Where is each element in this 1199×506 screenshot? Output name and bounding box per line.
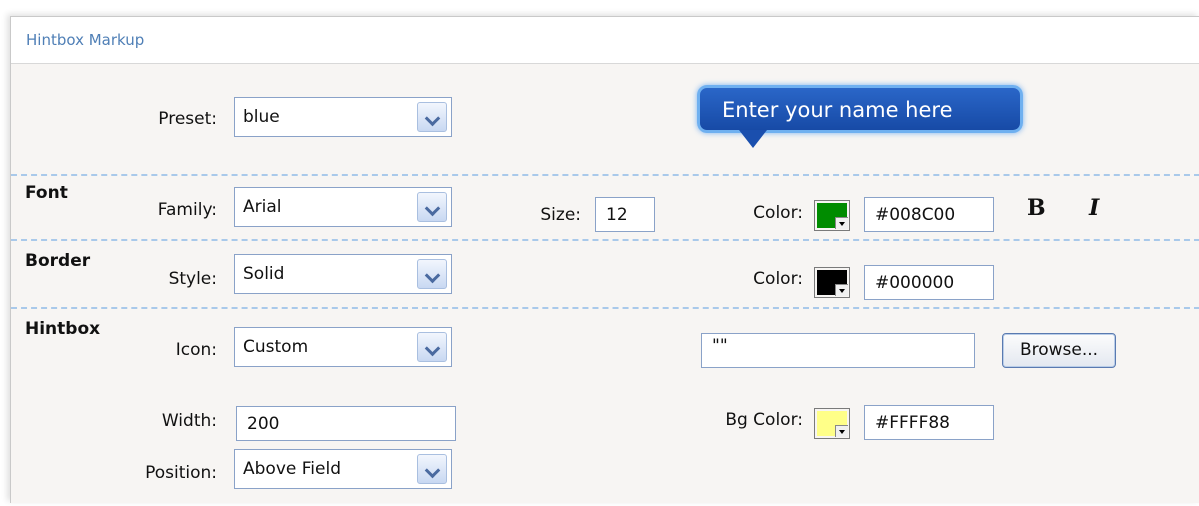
border-color-swatch[interactable] bbox=[814, 267, 850, 298]
hintbox-position-select-value: Above Field bbox=[243, 459, 341, 479]
chevron-down-icon[interactable] bbox=[835, 284, 848, 296]
border-color-input[interactable]: #000000 bbox=[864, 265, 994, 300]
browse-button-label: Browse... bbox=[1019, 340, 1099, 360]
chevron-down-icon[interactable] bbox=[835, 425, 848, 437]
panel-title: Hintbox Markup bbox=[26, 31, 145, 49]
border-style-label: Style: bbox=[168, 269, 217, 289]
bg-color-label: Bg Color: bbox=[725, 410, 803, 430]
hintbox-preview-text: Enter your name here bbox=[722, 98, 953, 122]
icon-path-input[interactable]: "" bbox=[701, 333, 975, 368]
separator bbox=[11, 307, 1199, 309]
hintbox-icon-label: Icon: bbox=[175, 340, 217, 360]
chevron-down-icon[interactable] bbox=[417, 454, 447, 484]
chevron-down-icon[interactable] bbox=[417, 259, 447, 289]
bg-color-swatch[interactable] bbox=[814, 408, 850, 439]
border-color-value: #000000 bbox=[875, 273, 955, 293]
hintbox-icon-select[interactable]: Custom bbox=[234, 327, 452, 367]
font-color-input[interactable]: #008C00 bbox=[864, 197, 994, 232]
hintbox-position-select[interactable]: Above Field bbox=[234, 449, 452, 489]
preset-select-value: blue bbox=[243, 107, 280, 127]
hintbox-pointer-icon bbox=[739, 130, 767, 148]
preset-select[interactable]: blue bbox=[234, 97, 452, 137]
icon-path-value: "" bbox=[712, 336, 728, 356]
bg-color-input[interactable]: #FFFF88 bbox=[864, 405, 994, 440]
panel-header: Hintbox Markup bbox=[11, 17, 1199, 64]
font-size-label: Size: bbox=[540, 205, 581, 225]
separator bbox=[11, 174, 1199, 176]
chevron-down-icon[interactable] bbox=[417, 102, 447, 132]
font-family-select-value: Arial bbox=[243, 197, 282, 217]
font-size-value: 12 bbox=[606, 205, 628, 225]
font-size-input[interactable]: 12 bbox=[595, 197, 655, 232]
border-style-select-value: Solid bbox=[243, 264, 285, 284]
border-section-title: Border bbox=[25, 251, 91, 271]
preset-label: Preset: bbox=[158, 109, 217, 129]
font-color-swatch[interactable] bbox=[814, 200, 850, 231]
font-section-title: Font bbox=[25, 183, 68, 203]
hintbox-section-title: Hintbox bbox=[25, 319, 101, 339]
chevron-down-icon[interactable] bbox=[417, 192, 447, 222]
separator bbox=[11, 239, 1199, 241]
italic-button[interactable]: I bbox=[1089, 195, 1099, 221]
font-family-label: Family: bbox=[157, 200, 217, 220]
hintbox-width-input[interactable]: 200 bbox=[236, 406, 456, 441]
bold-button[interactable]: B bbox=[1027, 195, 1046, 221]
hintbox-width-label: Width: bbox=[161, 411, 217, 431]
bg-color-value: #FFFF88 bbox=[875, 413, 950, 433]
border-color-label: Color: bbox=[753, 269, 803, 289]
border-style-select[interactable]: Solid bbox=[234, 254, 452, 294]
hintbox-preview: Enter your name here bbox=[697, 85, 1023, 133]
browse-button[interactable]: Browse... bbox=[1002, 333, 1116, 368]
hintbox-position-label: Position: bbox=[145, 463, 217, 483]
font-color-label: Color: bbox=[753, 203, 803, 223]
font-color-value: #008C00 bbox=[875, 205, 956, 225]
hintbox-width-value: 200 bbox=[247, 414, 280, 434]
chevron-down-icon[interactable] bbox=[835, 217, 848, 229]
font-family-select[interactable]: Arial bbox=[234, 187, 452, 227]
hintbox-icon-select-value: Custom bbox=[243, 337, 309, 357]
chevron-down-icon[interactable] bbox=[417, 332, 447, 362]
hintbox-markup-panel: Hintbox Markup Preset: blue Enter your n… bbox=[10, 16, 1199, 503]
